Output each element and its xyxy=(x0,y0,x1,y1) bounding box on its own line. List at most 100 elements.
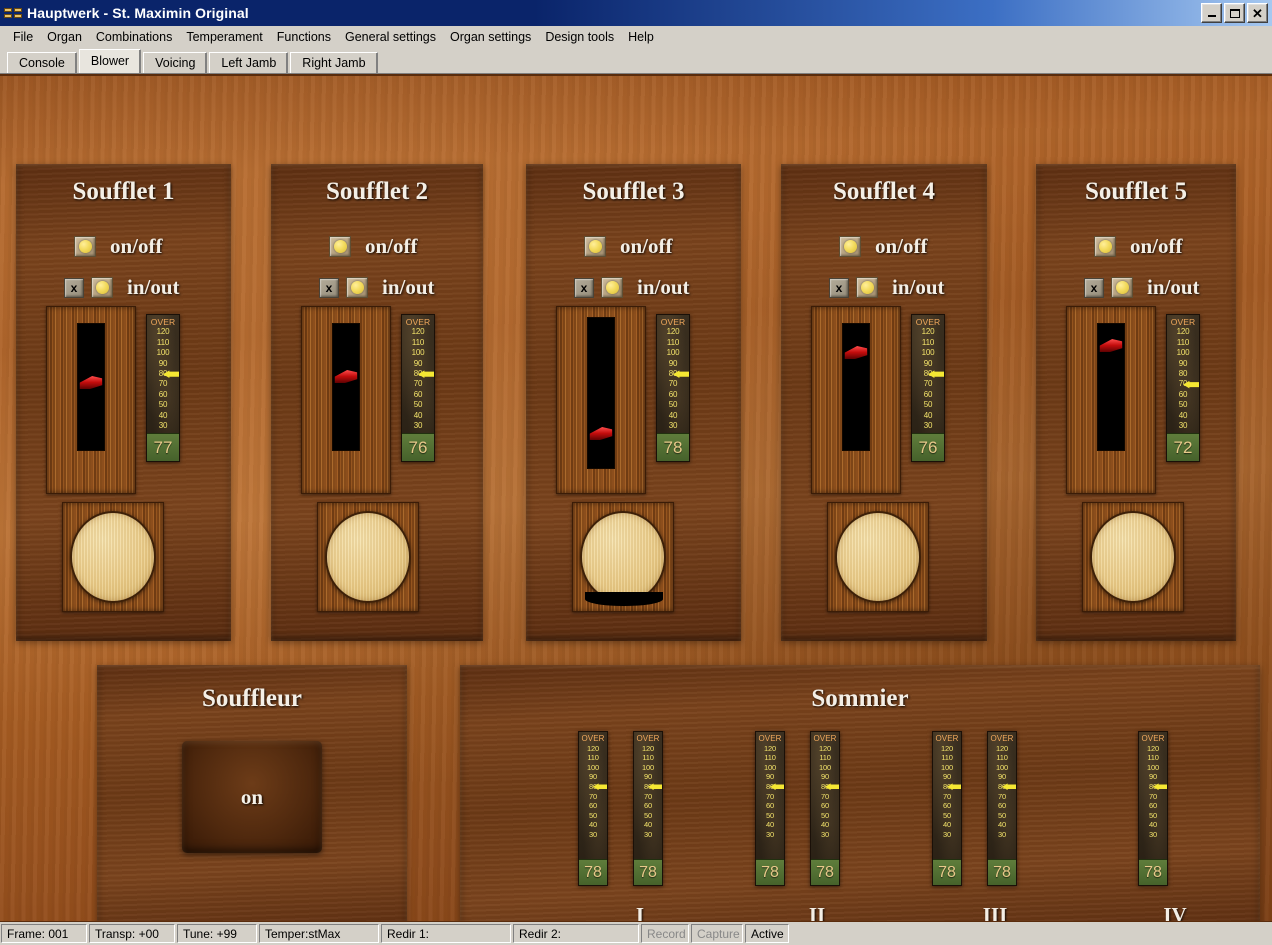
gauge-tick: 120 xyxy=(819,743,831,753)
soufflet-title: Soufflet 1 xyxy=(72,178,175,205)
gauge-tick: 100 xyxy=(1147,762,1159,772)
inout-checkbox[interactable]: x xyxy=(574,277,594,298)
status-cell-redir-1[interactable]: Redir 1: xyxy=(381,924,511,943)
inout-indicator-led[interactable] xyxy=(346,277,368,298)
pressure-gauge: OVER 120 110 100 90 80 70 60 50 40 30 76 xyxy=(401,314,435,462)
gauge-tick: 70 xyxy=(589,791,597,801)
onoff-label: on/off xyxy=(620,234,673,258)
gauge-tick: 110 xyxy=(156,337,170,347)
gauge-tick: 120 xyxy=(156,327,170,337)
gauge-tick: 70 xyxy=(998,791,1006,801)
gauge-value: 78 xyxy=(756,859,784,885)
tab-bar: Console Blower Voicing Left Jamb Right Jamb xyxy=(0,48,1272,74)
gauge-tick: 60 xyxy=(644,801,652,811)
gauge-tick: 100 xyxy=(764,762,776,772)
gauge-tick: 60 xyxy=(1178,389,1188,399)
bellows-slot xyxy=(77,323,105,451)
menu-item-organ-settings[interactable]: Organ settings xyxy=(443,28,538,46)
pressure-gauge: OVER 120 110 100 90 80 70 60 50 40 30 78 xyxy=(987,731,1017,886)
menu-item-temperament[interactable]: Temperament xyxy=(179,28,269,46)
gauge-value: 72 xyxy=(1167,433,1199,461)
onoff-indicator-led[interactable] xyxy=(74,236,96,257)
gauge-tick: 70 xyxy=(821,791,829,801)
gauge-tick: 50 xyxy=(1178,400,1188,410)
status-cell-transp-00[interactable]: Transp: +00 xyxy=(89,924,175,943)
onoff-indicator-led[interactable] xyxy=(329,236,351,257)
blower-stage: Soufflet 1 on/off x in/out OVER 120 110 100 90 80… xyxy=(0,74,1272,921)
gauge-value: 78 xyxy=(988,859,1016,885)
gauge-scale: OVER 120 110 100 90 80 70 60 50 40 30 xyxy=(1167,315,1199,433)
gauge-value: 78 xyxy=(1139,859,1167,885)
inout-checkbox[interactable]: x xyxy=(829,277,849,298)
gauge-tick: 50 xyxy=(766,810,774,820)
inout-indicator-led[interactable] xyxy=(91,277,113,298)
status-cell-tune-99[interactable]: Tune: +99 xyxy=(177,924,257,943)
menu-item-functions[interactable]: Functions xyxy=(270,28,338,46)
gauge-tick: 60 xyxy=(589,801,597,811)
menu-item-help[interactable]: Help xyxy=(621,28,661,46)
close-button[interactable]: ✕ xyxy=(1247,3,1268,23)
gauge-tick: OVER xyxy=(660,317,686,327)
bellows-disc[interactable] xyxy=(580,511,666,603)
tab-right-jamb[interactable]: Right Jamb xyxy=(290,52,378,73)
inout-row: x in/out xyxy=(64,275,180,300)
bellows-disc[interactable] xyxy=(325,511,411,603)
gauge-scale: OVER 120 110 100 90 80 70 60 50 40 30 xyxy=(579,732,607,859)
gauge-tick: 120 xyxy=(1176,327,1190,337)
onoff-indicator-led[interactable] xyxy=(1094,236,1116,257)
maximize-button[interactable] xyxy=(1224,3,1245,23)
status-cell-frame-001[interactable]: Frame: 001 xyxy=(1,924,87,943)
status-cell-active[interactable]: Active xyxy=(745,924,789,943)
gauge-tick: 50 xyxy=(923,400,933,410)
tab-console[interactable]: Console xyxy=(7,52,77,73)
window-title: Hauptwerk - St. Maximin Original xyxy=(27,5,249,21)
gauge-tick: 30 xyxy=(589,829,597,839)
pressure-gauge: OVER 120 110 100 90 80 70 60 50 40 30 78 xyxy=(656,314,690,462)
gauge-tick: 110 xyxy=(1147,753,1159,763)
menu-item-general-settings[interactable]: General settings xyxy=(338,28,443,46)
gauge-scale: OVER 120 110 100 90 80 70 60 50 40 30 xyxy=(402,315,434,433)
tab-voicing[interactable]: Voicing xyxy=(143,52,208,73)
led-lamp-icon xyxy=(1115,281,1129,294)
status-cell-redir-2[interactable]: Redir 2: xyxy=(513,924,639,943)
pressure-gauge: OVER 120 110 100 90 80 70 60 50 40 30 77 xyxy=(146,314,180,462)
inout-indicator-led[interactable] xyxy=(1111,277,1133,298)
gauge-tick: 120 xyxy=(764,743,776,753)
bellows-position-marker xyxy=(844,346,868,359)
onoff-indicator-led[interactable] xyxy=(839,236,861,257)
bellows-disc[interactable] xyxy=(835,511,921,603)
menu-item-combinations[interactable]: Combinations xyxy=(89,28,179,46)
gauge-tick: 80 xyxy=(1178,369,1188,379)
gauge-tick: 90 xyxy=(998,772,1006,782)
bellows-disc-box xyxy=(317,502,419,612)
bellows-position-marker xyxy=(334,370,358,383)
inout-indicator-led[interactable] xyxy=(601,277,623,298)
inout-label: in/out xyxy=(127,275,180,299)
sommier-group-label-iv: IV xyxy=(1163,903,1187,921)
gauge-value: 78 xyxy=(811,859,839,885)
inout-indicator-led[interactable] xyxy=(856,277,878,298)
menu-item-design-tools[interactable]: Design tools xyxy=(538,28,621,46)
tab-blower[interactable]: Blower xyxy=(78,49,142,73)
gauge-value: 76 xyxy=(912,433,944,461)
gauge-tick: 70 xyxy=(668,379,678,389)
inout-checkbox[interactable]: x xyxy=(64,277,84,298)
menu-item-organ[interactable]: Organ xyxy=(40,28,89,46)
gauge-tick: 40 xyxy=(943,820,951,830)
onoff-row: on/off xyxy=(329,234,418,259)
disc-shadow xyxy=(585,592,663,606)
minimize-button[interactable] xyxy=(1201,3,1222,23)
inout-checkbox[interactable]: x xyxy=(319,277,339,298)
tab-left-jamb[interactable]: Left Jamb xyxy=(209,52,289,73)
bellows-disc[interactable] xyxy=(70,511,156,603)
gauge-tick: 90 xyxy=(943,772,951,782)
inout-checkbox[interactable]: x xyxy=(1084,277,1104,298)
gauge-value: 78 xyxy=(579,859,607,885)
onoff-indicator-led[interactable] xyxy=(584,236,606,257)
bellows-disc[interactable] xyxy=(1090,511,1176,603)
souffleur-on-button[interactable]: on xyxy=(182,741,322,853)
gauge-scale: OVER 120 110 100 90 80 70 60 50 40 30 xyxy=(634,732,662,859)
onoff-row: on/off xyxy=(584,234,673,259)
menu-item-file[interactable]: File xyxy=(6,28,40,46)
status-cell-temper-stmax[interactable]: Temper:stMax xyxy=(259,924,379,943)
